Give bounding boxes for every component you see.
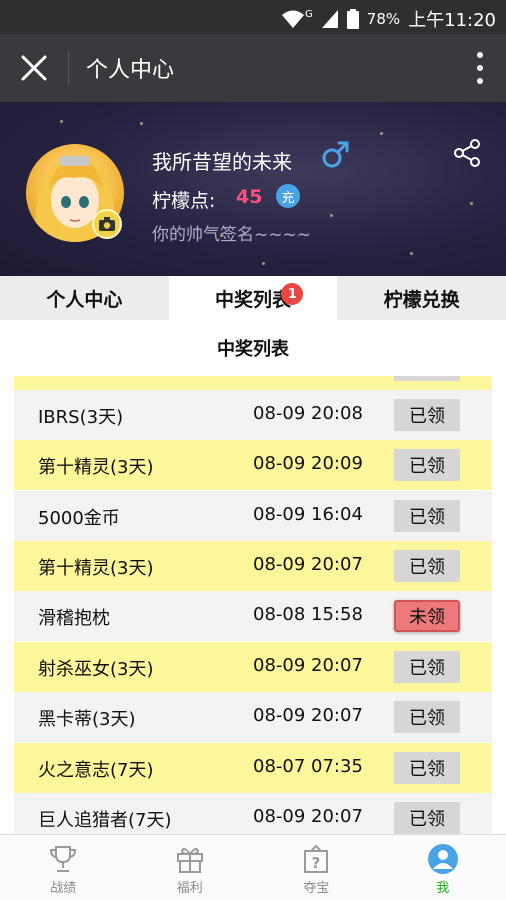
prize-name: 第十精灵(3天): [38, 558, 154, 579]
status-icons: G 78% 上午11:20: [281, 6, 496, 32]
list-item: 黑卡蒂(3天) 08-09 20:07 已领: [14, 692, 492, 742]
mystery-box-icon: ?: [304, 844, 329, 873]
status-button[interactable]: 已领: [394, 802, 460, 834]
prize-date: 08-07 07:35: [253, 756, 363, 777]
list-item: [14, 376, 492, 390]
tab-prize-list[interactable]: 中奖列表 1: [168, 276, 338, 320]
status-bar: G 78% 上午11:20: [0, 0, 506, 34]
points-label: 柠檬点:: [152, 190, 216, 212]
claim-button[interactable]: 未领: [394, 600, 460, 632]
app-bar: 个人中心: [0, 34, 506, 102]
prize-name: 火之意志(7天): [38, 760, 154, 781]
signature[interactable]: 你的帅气签名~~~~: [152, 220, 311, 245]
list-item: 第十精灵(3天) 08-09 20:09 已领: [14, 440, 492, 490]
prize-name: IBRS(3天): [38, 407, 124, 428]
prize-date: 08-09 20:07: [253, 554, 363, 575]
signal-icon: [321, 10, 338, 28]
prize-date: 08-09 20:08: [253, 403, 363, 424]
status-button[interactable]: 已领: [394, 701, 460, 733]
prize-name: 射杀巫女(3天): [38, 659, 154, 680]
more-icon[interactable]: [476, 52, 484, 84]
divider: [68, 50, 69, 86]
tab-personal-center[interactable]: 个人中心: [0, 276, 169, 320]
network-type: G: [305, 8, 313, 20]
prize-date: 08-09 20:09: [253, 453, 363, 474]
battery-icon: [346, 9, 359, 29]
prize-name: 巨人追猎者(7天): [38, 810, 172, 831]
clock: 上午11:20: [408, 10, 496, 31]
nav-me[interactable]: 我: [380, 835, 506, 900]
page-title: 个人中心: [86, 58, 175, 83]
male-icon: [322, 141, 349, 168]
list-item: 巨人追猎者(7天) 08-09 20:07 已领: [14, 793, 492, 834]
prize-date: 08-09 16:04: [253, 504, 363, 525]
status-button[interactable]: 已领: [394, 399, 460, 431]
status-button[interactable]: 已领: [394, 550, 460, 582]
status-button[interactable]: 已领: [394, 500, 460, 532]
prize-name: 黑卡蒂(3天): [38, 709, 136, 730]
svg-text:?: ?: [312, 854, 321, 872]
close-icon[interactable]: [18, 52, 50, 84]
camera-icon[interactable]: [92, 209, 122, 239]
share-icon[interactable]: [452, 138, 482, 168]
tab-lemon-exchange[interactable]: 柠檬兑换: [337, 276, 506, 320]
nav-welfare[interactable]: 福利: [127, 835, 254, 900]
profile-header: 我所昔望的未来 柠檬点: 45 充 你的帅气签名~~~~: [0, 102, 506, 276]
status-button[interactable]: 已领: [394, 449, 460, 481]
list-item: IBRS(3天) 08-09 20:08 已领: [14, 390, 492, 440]
nav-treasure[interactable]: ? 夺宝: [253, 835, 380, 900]
trophy-icon: [50, 846, 77, 872]
list-item: 射杀巫女(3天) 08-09 20:07 已领: [14, 642, 492, 692]
status-button[interactable]: 已领: [394, 752, 460, 784]
wifi-icon: [282, 10, 305, 28]
list-item: 第十精灵(3天) 08-09 20:07 已领: [14, 541, 492, 591]
nav-stats[interactable]: 战绩: [0, 835, 127, 900]
status-button[interactable]: 已领: [394, 651, 460, 683]
list-item: 火之意志(7天) 08-07 07:35 已领: [14, 743, 492, 793]
user-icon: [427, 844, 458, 874]
prize-date: 08-09 20:07: [253, 705, 363, 726]
bottom-nav: 战绩 福利 ? 夺宝 我: [0, 834, 506, 900]
gift-icon: [176, 848, 203, 873]
list-title: 中奖列表: [0, 320, 506, 376]
prize-name: 滑稽抱枕: [38, 608, 110, 629]
prize-name: 第十精灵(3天): [38, 457, 154, 478]
prize-list[interactable]: IBRS(3天) 08-09 20:08 已领 第十精灵(3天) 08-09 2…: [14, 376, 492, 834]
prize-name: 5000金币: [38, 508, 120, 529]
status-button[interactable]: [394, 376, 460, 381]
battery-percent: 78%: [366, 10, 401, 28]
list-item: 滑稽抱枕 08-08 15:58 未领: [14, 591, 492, 641]
prize-date: 08-09 20:07: [253, 806, 363, 827]
username: 我所昔望的未来: [152, 150, 292, 174]
prize-date: 08-08 15:58: [253, 604, 363, 625]
notification-badge: 1: [281, 283, 304, 305]
charge-button[interactable]: 充: [276, 184, 300, 208]
points-value: 45: [236, 186, 263, 208]
prize-date: 08-09 20:07: [253, 655, 363, 676]
list-item: 5000金币 08-09 16:04 已领: [14, 491, 492, 541]
tab-bar: 个人中心 中奖列表 1 柠檬兑换: [0, 276, 506, 320]
